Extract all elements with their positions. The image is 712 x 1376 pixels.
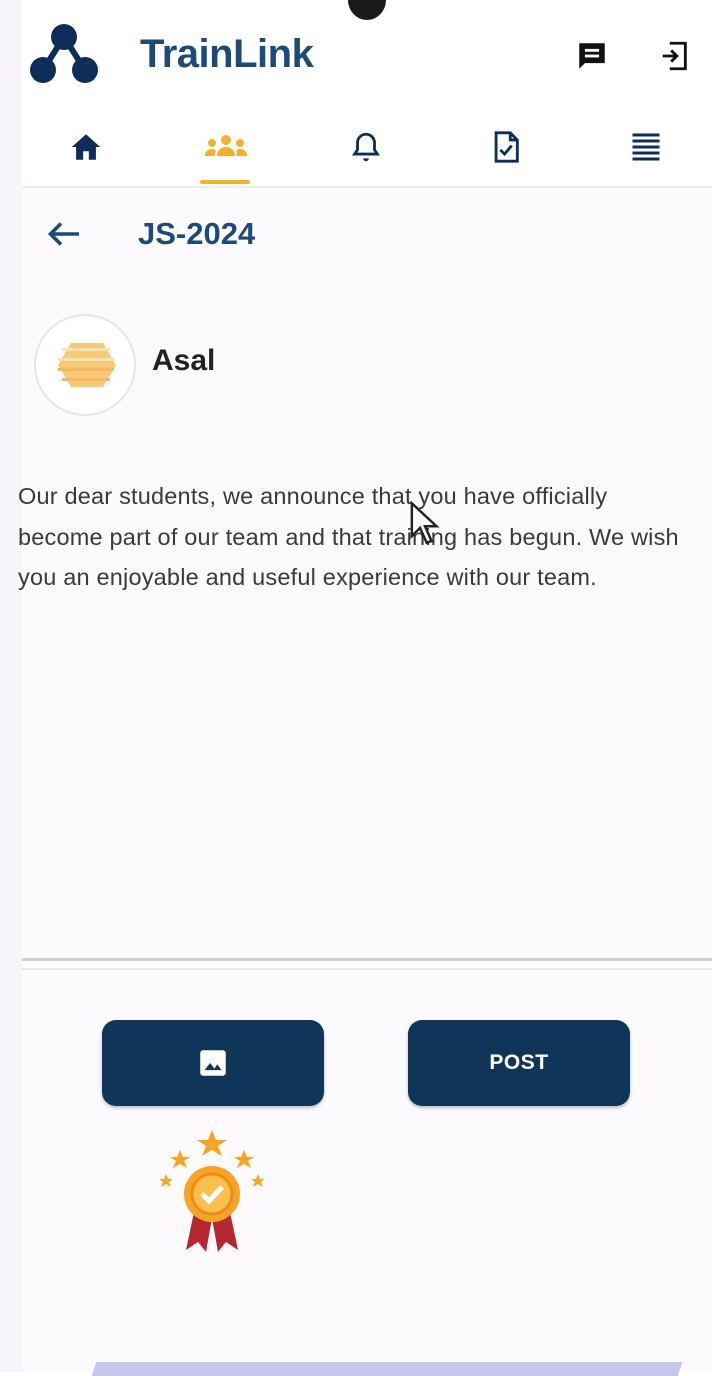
add-image-button[interactable]: [102, 1020, 324, 1106]
tab-home[interactable]: [46, 110, 126, 184]
logout-icon: [662, 41, 687, 71]
author-avatar: [34, 314, 136, 416]
tab-tasks[interactable]: [466, 110, 546, 184]
post-button[interactable]: POST: [408, 1020, 630, 1106]
home-icon: [71, 134, 101, 160]
divider-secondary: [22, 968, 712, 970]
mouse-cursor-icon: [410, 500, 440, 545]
tab-menu[interactable]: [606, 110, 686, 184]
post-button-label: POST: [489, 1051, 549, 1074]
arrow-back-icon: [47, 222, 79, 246]
logout-button[interactable]: [654, 36, 694, 76]
page-title: JS-2024: [138, 216, 256, 251]
active-tab-indicator: [200, 180, 250, 184]
list-icon: [632, 133, 660, 161]
app-header: TrainLink: [0, 0, 712, 100]
document-check-icon: [494, 131, 519, 163]
divider: [22, 958, 712, 961]
app-title: TrainLink: [140, 32, 314, 76]
app-screen: TrainLink JS-2024 Asal Our dear students…: [0, 0, 712, 1376]
tab-navigation: [22, 110, 712, 188]
chat-icon: [579, 43, 605, 69]
chat-button[interactable]: [572, 36, 612, 76]
image-icon: [200, 1050, 226, 1076]
back-button[interactable]: [44, 214, 84, 254]
avatar-logo-icon: [58, 343, 116, 387]
tab-groups[interactable]: [186, 110, 266, 184]
group-icon: [205, 135, 247, 156]
bell-icon: [352, 132, 380, 162]
author-name: Asal: [152, 344, 216, 377]
logo-icon: [30, 24, 98, 83]
left-edge: [0, 0, 22, 1372]
award-badge-icon: [159, 1130, 265, 1252]
home-indicator-bar: [91, 1362, 683, 1376]
tab-notifications[interactable]: [326, 110, 406, 184]
post-text: Our dear students, we announce that you …: [18, 483, 679, 590]
